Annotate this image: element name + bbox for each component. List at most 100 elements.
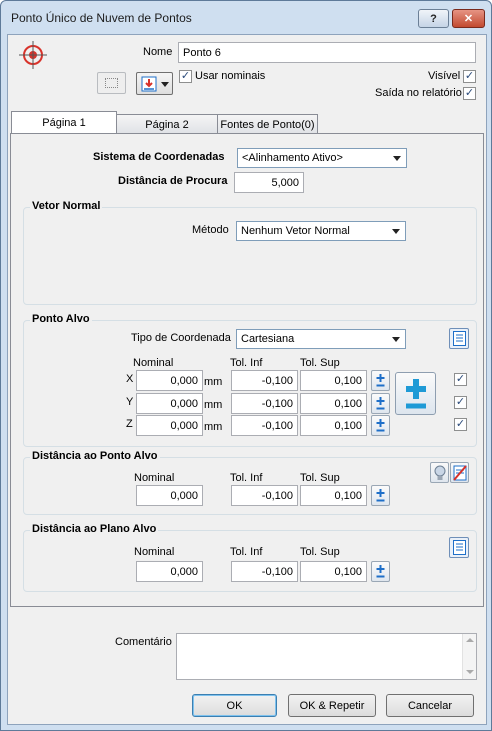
window-title: Ponto Único de Nuvem de Pontos [11, 11, 192, 25]
report-doc-button[interactable] [449, 328, 469, 349]
x-plus-minus-button[interactable] [371, 370, 390, 391]
plane-dist-nominal-input[interactable]: 0,000 [136, 561, 203, 582]
tab-page-1: Sistema de Coordenadas <Alinhamento Ativ… [10, 133, 484, 607]
coord-system-select[interactable]: <Alinhamento Ativo> [237, 148, 407, 168]
z-nominal-input[interactable]: 0,000 [136, 415, 203, 436]
target-point-group: Ponto Alvo Tipo de Coordenada Cartesiana… [23, 313, 477, 447]
ok-button[interactable]: OK [192, 694, 277, 717]
plus-minus-icon [376, 374, 385, 387]
visible-label: Visível [428, 70, 461, 82]
method-label: Método [192, 224, 229, 236]
target-point-distance-title: Distância ao Ponto Alvo [30, 450, 160, 462]
point-dist-plus-minus-button[interactable] [371, 485, 390, 506]
x-nominal-input[interactable]: 0,000 [136, 370, 203, 391]
document-icon [453, 540, 466, 558]
axis-y-label: Y [126, 396, 134, 408]
x-checkbox[interactable]: ✓ [454, 373, 467, 386]
plus-minus-icon [376, 565, 385, 578]
normal-vector-group: Vetor Normal Método Nenhum Vetor Normal [23, 200, 477, 305]
unit-label: mm [204, 399, 223, 411]
chevron-down-icon [392, 229, 400, 234]
method-select[interactable]: Nenhum Vetor Normal [236, 221, 406, 241]
coord-type-select[interactable]: Cartesiana [236, 329, 406, 349]
point-dist-tol-sup-input[interactable]: 0,100 [300, 485, 367, 506]
close-button[interactable]: ✕ [452, 9, 485, 28]
search-distance-input[interactable]: 5,000 [234, 172, 304, 193]
comment-textarea[interactable] [176, 633, 477, 680]
title-bar: Ponto Único de Nuvem de Pontos ? ✕ [1, 1, 491, 35]
chevron-down-icon [392, 337, 400, 342]
y-tol-inf-input[interactable]: -0,100 [231, 393, 298, 414]
name-input[interactable]: Ponto 6 [178, 42, 476, 63]
report-disabled-button[interactable] [450, 462, 469, 483]
lightbulb-icon [434, 465, 446, 480]
visible-checkbox[interactable]: ✓ [463, 70, 476, 83]
target-point-distance-group: Distância ao Ponto Alvo Nominal Tol. Inf… [23, 450, 477, 515]
comment-label: Comentário [115, 636, 172, 648]
point-dist-tol-inf-input[interactable]: -0,100 [231, 485, 298, 506]
use-nominals-label: Usar nominais [195, 70, 266, 82]
point-select-button[interactable] [97, 72, 126, 94]
axis-z-label: Z [126, 418, 133, 430]
chevron-down-icon [161, 82, 169, 87]
col-nominal-label: Nominal [133, 357, 174, 369]
plane-dist-tol-sup-input[interactable]: 0,100 [300, 561, 367, 582]
tab-label: Página 2 [145, 118, 189, 131]
tab-fontes-de-ponto[interactable]: Fontes de Ponto(0) [217, 114, 318, 134]
plus-minus-icon [376, 489, 385, 502]
col-nominal-label: Nominal [134, 472, 175, 484]
coord-type-value: Cartesiana [241, 333, 295, 345]
unit-label: mm [204, 421, 223, 433]
method-value: Nenhum Vetor Normal [241, 225, 350, 237]
plus-minus-icon [376, 419, 385, 432]
x-tol-sup-input[interactable]: 0,100 [300, 370, 367, 391]
scroll-down-icon [466, 670, 474, 674]
col-tol-sup-label: Tol. Sup [300, 357, 340, 369]
tab-pagina-1[interactable]: Página 1 [11, 111, 117, 134]
dotted-rect-icon [105, 78, 118, 88]
y-plus-minus-button[interactable] [371, 393, 390, 414]
close-icon: ✕ [463, 13, 474, 25]
plus-minus-icon [376, 397, 385, 410]
target-crosshair-icon [18, 40, 48, 70]
target-point-title: Ponto Alvo [30, 313, 92, 325]
col-nominal-label: Nominal [134, 546, 175, 558]
col-tol-sup-label: Tol. Sup [300, 472, 340, 484]
document-crossed-icon [453, 465, 467, 481]
target-plane-distance-group: Distância ao Plano Alvo Nominal Tol. Inf… [23, 523, 477, 592]
scroll-up-icon [466, 638, 474, 642]
help-button[interactable]: ? [418, 9, 449, 28]
use-nominals-checkbox[interactable]: ✓ [179, 70, 192, 83]
comment-scrollbar[interactable] [462, 634, 476, 679]
normal-vector-title: Vetor Normal [30, 200, 103, 212]
report-output-checkbox[interactable]: ✓ [463, 87, 476, 100]
z-checkbox[interactable]: ✓ [454, 418, 467, 431]
point-dist-nominal-input[interactable]: 0,000 [136, 485, 203, 506]
tab-label: Página 1 [42, 117, 86, 129]
plane-dist-tol-inf-input[interactable]: -0,100 [231, 561, 298, 582]
z-tol-sup-input[interactable]: 0,100 [300, 415, 367, 436]
x-tol-inf-input[interactable]: -0,100 [231, 370, 298, 391]
dialog-body: Nome Ponto 6 ✓ Usar nominais Visível ✓ S… [7, 34, 487, 725]
col-tol-sup-label: Tol. Sup [300, 546, 340, 558]
tab-pagina-2[interactable]: Página 2 [116, 114, 218, 134]
lightbulb-button[interactable] [430, 462, 449, 483]
z-tol-inf-input[interactable]: -0,100 [231, 415, 298, 436]
axis-x-label: X [126, 373, 134, 385]
y-checkbox[interactable]: ✓ [454, 396, 467, 409]
search-distance-label: Distância de Procura [118, 175, 228, 187]
document-icon [453, 331, 466, 349]
cancel-button[interactable]: Cancelar [386, 694, 474, 717]
point-insert-dropdown-button[interactable] [136, 72, 173, 95]
y-nominal-input[interactable]: 0,000 [136, 393, 203, 414]
dialog-window: Ponto Único de Nuvem de Pontos ? ✕ Nome … [0, 0, 492, 731]
plus-minus-large-icon [406, 379, 426, 409]
ok-repeat-button[interactable]: OK & Repetir [288, 694, 376, 717]
insert-point-icon [141, 76, 157, 92]
z-plus-minus-button[interactable] [371, 415, 390, 436]
plane-dist-plus-minus-button[interactable] [371, 561, 390, 582]
all-plus-minus-button[interactable] [395, 372, 436, 415]
plane-report-doc-button[interactable] [449, 537, 469, 558]
chevron-down-icon [393, 156, 401, 161]
y-tol-sup-input[interactable]: 0,100 [300, 393, 367, 414]
